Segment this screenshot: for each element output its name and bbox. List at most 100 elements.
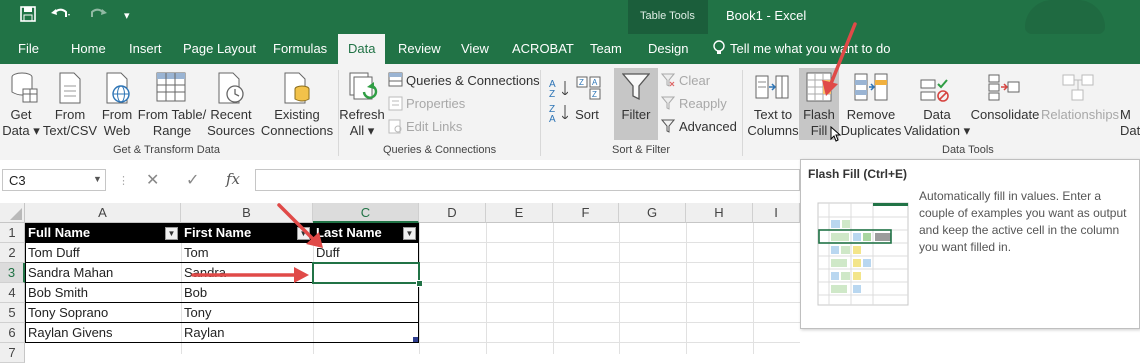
- filter-dropdown-icon[interactable]: ▼: [165, 227, 178, 240]
- sort-icon: ZAZ: [576, 76, 602, 103]
- tab-insert[interactable]: Insert: [129, 41, 162, 56]
- existing-connections-label-2: Connections: [260, 123, 334, 138]
- tell-me-box[interactable]: Tell me what you want to do: [730, 41, 890, 56]
- table-cell[interactable]: Tony Soprano: [25, 303, 181, 323]
- row-header-2[interactable]: 2: [0, 243, 25, 263]
- column-header-i[interactable]: I: [753, 203, 800, 223]
- column-header-e[interactable]: E: [486, 203, 553, 223]
- from-text-label-2: Text/CSV: [42, 123, 98, 138]
- group-label-get-transform: Get & Transform Data: [113, 144, 220, 156]
- tab-design[interactable]: Design: [648, 41, 688, 56]
- select-all-corner[interactable]: [0, 203, 25, 223]
- advanced-button[interactable]: Advanced: [679, 119, 737, 134]
- row-header-5[interactable]: 5: [0, 303, 25, 323]
- clear-button[interactable]: Clear: [679, 73, 710, 88]
- title-bar: [0, 0, 1140, 34]
- column-header-f[interactable]: F: [553, 203, 619, 223]
- edit-links-button[interactable]: Edit Links: [406, 119, 462, 134]
- relationships-button[interactable]: Relationships: [1041, 107, 1119, 123]
- row-header-4[interactable]: 4: [0, 283, 25, 303]
- tab-review[interactable]: Review: [398, 41, 441, 56]
- advanced-filter-icon: [660, 119, 676, 136]
- reapply-icon: [660, 96, 676, 113]
- column-header-a[interactable]: A: [25, 203, 181, 223]
- from-web-button[interactable]: From Web: [98, 107, 136, 139]
- user-avatar[interactable]: [1025, 0, 1105, 34]
- more-data-tools-button[interactable]: M Dat: [1120, 107, 1140, 139]
- table-cell[interactable]: Raylan Givens: [25, 323, 181, 343]
- name-box[interactable]: C3 ▼: [2, 169, 106, 191]
- table-cell[interactable]: Raylan: [181, 323, 313, 343]
- row-header-3[interactable]: 3: [0, 263, 25, 283]
- fill-handle[interactable]: [416, 280, 423, 287]
- table-cell[interactable]: Tom: [181, 243, 313, 263]
- enter-icon[interactable]: ✓: [186, 170, 199, 190]
- window-title: Book1 - Excel: [726, 8, 807, 23]
- cancel-icon[interactable]: ✕: [146, 170, 159, 190]
- from-text-csv-button[interactable]: From Text/CSV: [42, 107, 98, 139]
- queries-connections-button[interactable]: Queries & Connections: [406, 73, 540, 88]
- column-header-b[interactable]: B: [181, 203, 313, 223]
- chevron-down-icon[interactable]: ▼: [93, 174, 102, 184]
- undo-icon[interactable]: [50, 6, 72, 27]
- table-cell[interactable]: Tony: [181, 303, 313, 323]
- properties-button[interactable]: Properties: [406, 96, 465, 111]
- active-cell-c3[interactable]: [312, 262, 420, 284]
- remove-duplicates-icon: [854, 72, 888, 105]
- tab-acrobat[interactable]: ACROBAT: [512, 41, 574, 56]
- column-header-g[interactable]: G: [619, 203, 686, 223]
- clear-filter-icon: [660, 73, 676, 90]
- properties-icon: [388, 96, 403, 114]
- column-header-c[interactable]: C: [313, 203, 419, 223]
- tab-data[interactable]: Data: [338, 34, 386, 64]
- filter-dropdown-icon[interactable]: ▼: [297, 227, 310, 240]
- svg-text:A: A: [592, 78, 598, 87]
- tab-formulas[interactable]: Formulas: [273, 41, 327, 56]
- table-cell[interactable]: Sandra Mahan: [25, 263, 181, 283]
- formula-input[interactable]: [255, 169, 800, 191]
- refresh-all-icon: [348, 72, 380, 107]
- sort-button[interactable]: Sort: [572, 107, 602, 123]
- flash-fill-preview-icon: [817, 202, 909, 306]
- insert-function-icon[interactable]: fx: [226, 170, 240, 188]
- table-cell[interactable]: Tom Duff: [25, 243, 181, 263]
- table-cell[interactable]: Duff: [313, 243, 419, 263]
- redo-icon[interactable]: [88, 6, 110, 27]
- sort-a-to-z-button[interactable]: A Z: [549, 80, 561, 100]
- context-tab-group-label: Table Tools: [640, 10, 695, 22]
- tab-view[interactable]: View: [461, 41, 489, 56]
- flash-fill-tooltip: Flash Fill (Ctrl+E) Automatically fill i…: [800, 159, 1140, 329]
- remove-duplicates-button[interactable]: Remove Duplicates: [839, 107, 903, 139]
- refresh-all-button[interactable]: Refresh All ▾: [338, 107, 386, 139]
- table-cell[interactable]: Bob: [181, 283, 313, 303]
- table-cell[interactable]: [313, 323, 419, 343]
- data-validation-button[interactable]: Data Validation ▾: [902, 107, 972, 139]
- row-header-1[interactable]: 1: [0, 223, 25, 243]
- table-cell[interactable]: Bob Smith: [25, 283, 181, 303]
- text-to-columns-button[interactable]: Text to Columns: [747, 107, 799, 139]
- tab-home[interactable]: Home: [71, 41, 106, 56]
- filter-dropdown-icon[interactable]: ▼: [403, 227, 416, 240]
- consolidate-button[interactable]: Consolidate: [970, 107, 1040, 123]
- table-cell[interactable]: Sandra: [181, 263, 313, 283]
- tab-team[interactable]: Team: [590, 41, 622, 56]
- table-cell[interactable]: [313, 283, 419, 303]
- reapply-button[interactable]: Reapply: [679, 96, 727, 111]
- tab-file[interactable]: File: [18, 41, 39, 56]
- row-header-7[interactable]: 7: [0, 343, 25, 363]
- get-data-button[interactable]: Get Data ▾: [0, 107, 42, 139]
- existing-connections-button[interactable]: Existing Connections: [258, 107, 336, 139]
- data-validation-label-1: Data: [923, 107, 951, 122]
- refresh-label-1: Refresh: [339, 107, 385, 122]
- from-table-range-button[interactable]: From Table/Range: [136, 107, 208, 139]
- column-header-h[interactable]: H: [686, 203, 753, 223]
- row-header-6[interactable]: 6: [0, 323, 25, 343]
- recent-sources-button[interactable]: Recent Sources: [206, 107, 256, 139]
- tab-page-layout[interactable]: Page Layout: [183, 41, 256, 56]
- column-header-d[interactable]: D: [419, 203, 486, 223]
- table-cell[interactable]: [313, 303, 419, 323]
- save-icon[interactable]: [20, 6, 36, 27]
- table-resize-handle[interactable]: [413, 337, 418, 342]
- sort-z-to-a-button[interactable]: Z A: [549, 105, 561, 125]
- customize-qat-icon[interactable]: ▾: [124, 9, 130, 22]
